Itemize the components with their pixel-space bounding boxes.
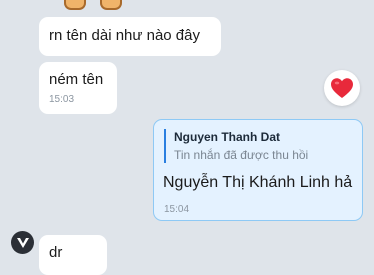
message-text: dr (49, 244, 63, 261)
sticker-image[interactable] (60, 0, 124, 10)
avatar-icon (16, 237, 29, 248)
sticker-right-foot (100, 0, 122, 10)
sticker-left-foot (64, 0, 86, 10)
heart-icon (331, 78, 353, 98)
message-text: Nguyễn Thị Khánh Linh hả (163, 174, 353, 191)
quote-text: Tin nhắn đã được thu hồi (174, 148, 309, 162)
received-message[interactable]: rn tên dài như nào đây (39, 17, 221, 56)
message-time: 15:03 (49, 94, 75, 105)
received-message[interactable]: ném tên 15:03 (39, 62, 117, 114)
message-text: rn tên dài như nào đây (49, 27, 200, 44)
quoted-reply[interactable]: Nguyen Thanh Dat Tin nhắn đã được thu hồ… (164, 129, 308, 163)
heart-reaction-button[interactable] (324, 70, 360, 106)
message-time: 15:04 (164, 204, 190, 215)
sent-message[interactable]: Nguyen Thanh Dat Tin nhắn đã được thu hồ… (153, 119, 363, 221)
received-message[interactable]: dr (39, 235, 107, 275)
quote-author: Nguyen Thanh Dat (174, 130, 281, 144)
sender-avatar[interactable] (11, 231, 34, 254)
message-text: ném tên (49, 71, 104, 88)
